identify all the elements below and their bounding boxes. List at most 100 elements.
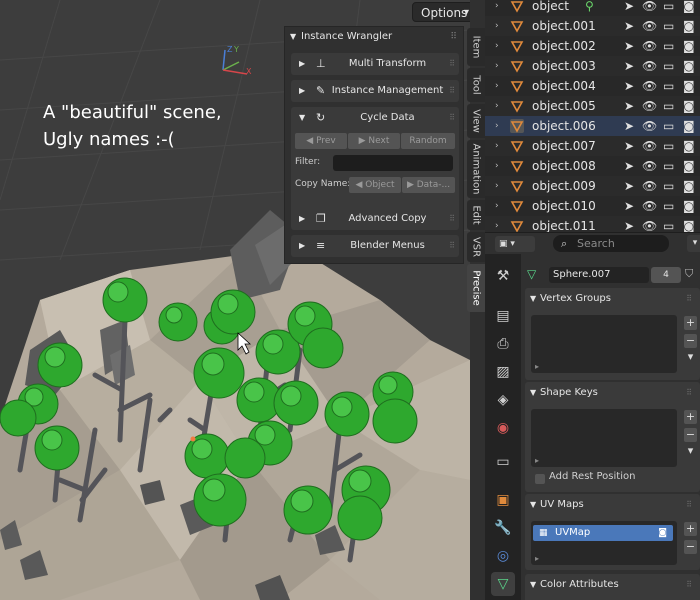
next-button[interactable]: ▶ Next <box>348 133 400 149</box>
camera-icon[interactable]: ◙ <box>658 525 667 541</box>
monitor-icon[interactable]: ▭ <box>663 56 674 76</box>
outliner-row[interactable]: › object.009 ➤ 👁 ▭ ◙ <box>485 176 700 196</box>
remove-uv-map-button[interactable]: − <box>684 540 697 554</box>
add-rest-position-checkbox[interactable] <box>535 474 545 484</box>
mesh-name-field[interactable]: Sphere.007 <box>549 267 649 283</box>
selectable-cursor-icon[interactable]: ➤ <box>624 36 634 56</box>
camera-icon[interactable]: ◙ <box>683 156 695 176</box>
tab-edit[interactable]: Edit <box>467 200 485 230</box>
outliner-row[interactable]: › object.008 ➤ 👁 ▭ ◙ <box>485 156 700 176</box>
selectable-cursor-icon[interactable]: ➤ <box>624 16 634 36</box>
outliner-object-name[interactable]: object.009 <box>532 176 596 196</box>
tab-item[interactable]: Item <box>467 28 485 66</box>
monitor-icon[interactable]: ▭ <box>663 156 674 176</box>
expand-arrow-icon[interactable]: › <box>495 136 499 156</box>
selectable-cursor-icon[interactable]: ➤ <box>624 96 634 116</box>
outliner-object-name[interactable]: object.011 <box>532 216 596 232</box>
add-vertex-group-button[interactable]: + <box>684 316 697 330</box>
expand-arrow-icon[interactable]: › <box>495 36 499 56</box>
panel-header[interactable]: ▼ Instance Wrangler ⠿ <box>285 27 463 47</box>
eye-icon[interactable]: 👁 <box>642 36 657 56</box>
eye-icon[interactable]: 👁 <box>642 96 657 116</box>
camera-icon[interactable]: ◙ <box>683 76 695 96</box>
copy-name-object-button[interactable]: ◀ Object <box>349 177 401 193</box>
eye-icon[interactable]: 👁 <box>642 176 657 196</box>
eye-icon[interactable]: 👁 <box>642 16 657 36</box>
remove-vertex-group-button[interactable]: − <box>684 334 697 348</box>
advanced-copy-subpanel[interactable]: ▶ ❐ Advanced Copy ⠿ <box>291 208 459 230</box>
outliner-row[interactable]: › object.010 ➤ 👁 ▭ ◙ <box>485 196 700 216</box>
blender-menus-subpanel[interactable]: ▶ ≡ Blender Menus ⠿ <box>291 235 459 257</box>
output-tab-icon[interactable]: ⎙ <box>491 332 515 356</box>
outliner-object-name[interactable]: object.007 <box>532 136 596 156</box>
selectable-cursor-icon[interactable]: ➤ <box>624 116 634 136</box>
monitor-icon[interactable]: ▭ <box>663 116 674 136</box>
eye-icon[interactable]: 👁 <box>642 156 657 176</box>
shape-keys-header[interactable]: ▼ Shape Keys ⠿ <box>525 382 700 404</box>
view-layer-tab-icon[interactable]: ▨ <box>491 360 515 384</box>
drag-grip-icon[interactable]: ⠿ <box>449 80 455 102</box>
3d-viewport[interactable]: A "beautiful" scene, Ugly names :-( Z Y … <box>0 0 470 600</box>
collection-tab-icon[interactable]: ▭ <box>491 450 515 474</box>
drag-grip-icon[interactable]: ⠿ <box>449 53 455 75</box>
uv-maps-header[interactable]: ▼ UV Maps ⠿ <box>525 494 700 516</box>
expand-arrow-icon[interactable]: › <box>495 56 499 76</box>
expand-arrow-icon[interactable]: › <box>495 116 499 136</box>
scene-tab-icon[interactable]: ◈ <box>491 388 515 412</box>
tab-vsr[interactable]: VSR <box>467 232 485 262</box>
expand-arrow-icon[interactable]: › <box>495 176 499 196</box>
monitor-icon[interactable]: ▭ <box>663 96 674 116</box>
camera-icon[interactable]: ◙ <box>683 36 695 56</box>
drag-grip-icon[interactable]: ⠿ <box>686 382 692 404</box>
tab-view[interactable]: View <box>467 104 485 138</box>
outliner-object-name[interactable]: object.006 <box>532 116 596 136</box>
uv-map-item[interactable]: ▦ UVMap ◙ <box>533 525 673 541</box>
shape-keys-list[interactable]: ▸ <box>531 409 677 467</box>
eye-icon[interactable]: 👁 <box>642 56 657 76</box>
outliner-object-name[interactable]: object.008 <box>532 156 596 176</box>
render-tab-icon[interactable]: ▤ <box>491 304 515 328</box>
properties-search[interactable]: ⌕ Search <box>553 235 669 252</box>
camera-icon[interactable]: ◙ <box>683 216 695 232</box>
monitor-icon[interactable]: ▭ <box>663 136 674 156</box>
eye-icon[interactable]: 👁 <box>642 76 657 96</box>
selectable-cursor-icon[interactable]: ➤ <box>624 216 634 232</box>
eye-icon[interactable]: 👁 <box>642 216 657 232</box>
camera-icon[interactable]: ◙ <box>683 116 695 136</box>
tab-animation[interactable]: Animation <box>467 140 485 198</box>
camera-icon[interactable]: ◙ <box>683 196 695 216</box>
prev-button[interactable]: ◀ Prev <box>295 133 347 149</box>
expand-arrow-icon[interactable]: › <box>495 96 499 116</box>
selectable-cursor-icon[interactable]: ➤ <box>624 176 634 196</box>
tab-precise[interactable]: Precise <box>467 264 485 312</box>
drag-grip-icon[interactable]: ⠿ <box>449 235 455 257</box>
selectable-cursor-icon[interactable]: ➤ <box>624 76 634 96</box>
monitor-icon[interactable]: ▭ <box>663 0 674 16</box>
outliner-row[interactable]: › object.003 ➤ 👁 ▭ ◙ <box>485 56 700 76</box>
drag-grip-icon[interactable]: ⠿ <box>686 494 692 516</box>
color-attributes-header[interactable]: ▼ Color Attributes ⠿ <box>525 574 700 596</box>
outliner-row[interactable]: › object.011 ➤ 👁 ▭ ◙ <box>485 216 700 232</box>
vertex-group-menu-button[interactable]: ▾ <box>684 350 697 364</box>
outliner-object-name[interactable]: object.001 <box>532 16 596 36</box>
expand-arrow-icon[interactable]: › <box>495 156 499 176</box>
expand-arrow-icon[interactable]: › <box>495 0 499 16</box>
outliner-object-name[interactable]: object.003 <box>532 56 596 76</box>
monitor-icon[interactable]: ▭ <box>663 176 674 196</box>
random-button[interactable]: Random <box>401 133 455 149</box>
users-count[interactable]: 4 <box>651 267 681 283</box>
particles-tab-icon[interactable]: ◎ <box>491 544 515 568</box>
copy-name-data-button[interactable]: ▶ Data-... <box>402 177 455 193</box>
outliner-row[interactable]: › object ⚲ ➤ 👁 ▭ ◙ <box>485 0 700 16</box>
monitor-icon[interactable]: ▭ <box>663 36 674 56</box>
expand-arrow-icon[interactable]: › <box>495 196 499 216</box>
filter-input[interactable] <box>333 155 453 171</box>
modifier-tab-icon[interactable]: 🔧 <box>491 516 515 540</box>
camera-icon[interactable]: ◙ <box>683 136 695 156</box>
drag-grip-icon[interactable]: ⠿ <box>450 27 457 47</box>
editor-type-dropdown[interactable]: ▣ ▾ <box>495 236 535 252</box>
instance-management-subpanel[interactable]: ▶ ✎ Instance Management ⠿ <box>291 80 459 102</box>
outliner-object-name[interactable]: object.010 <box>532 196 596 216</box>
outliner-object-name[interactable]: object <box>532 0 569 16</box>
monitor-icon[interactable]: ▭ <box>663 16 674 36</box>
